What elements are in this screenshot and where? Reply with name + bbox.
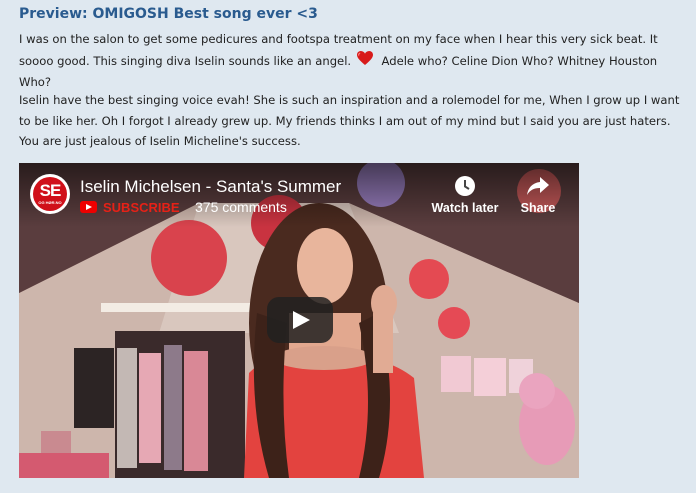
subscribe-label: SUBSCRIBE bbox=[103, 200, 180, 215]
play-button[interactable] bbox=[267, 297, 333, 343]
post-title: Preview: OMIGOSH Best song ever <3 bbox=[19, 6, 318, 22]
youtube-icon bbox=[80, 201, 97, 213]
youtube-video-embed[interactable]: SE OG HØR.NO Iselin Michelsen - Santa's … bbox=[19, 163, 579, 478]
heart-icon bbox=[356, 51, 373, 65]
share-button[interactable]: Share bbox=[514, 175, 562, 215]
post-paragraph-1: I was on the salon to get some pedicures… bbox=[19, 29, 689, 93]
channel-logo-subtext: OG HØR.NO bbox=[38, 200, 62, 205]
watch-later-label: Watch later bbox=[431, 201, 499, 215]
comments-count[interactable]: 375 comments bbox=[195, 199, 287, 215]
share-label: Share bbox=[520, 201, 556, 215]
share-arrow-icon bbox=[527, 177, 549, 195]
clock-icon bbox=[455, 176, 475, 196]
watch-later-button[interactable]: Watch later bbox=[427, 175, 503, 215]
post-paragraph-2: Iselin have the best singing voice evah!… bbox=[19, 93, 680, 148]
subscribe-button[interactable]: SUBSCRIBE bbox=[80, 200, 180, 216]
video-title[interactable]: Iselin Michelsen - Santa's Summer bbox=[80, 177, 341, 197]
channel-logo[interactable]: SE OG HØR.NO bbox=[30, 174, 70, 214]
channel-logo-text: SE bbox=[39, 181, 62, 200]
